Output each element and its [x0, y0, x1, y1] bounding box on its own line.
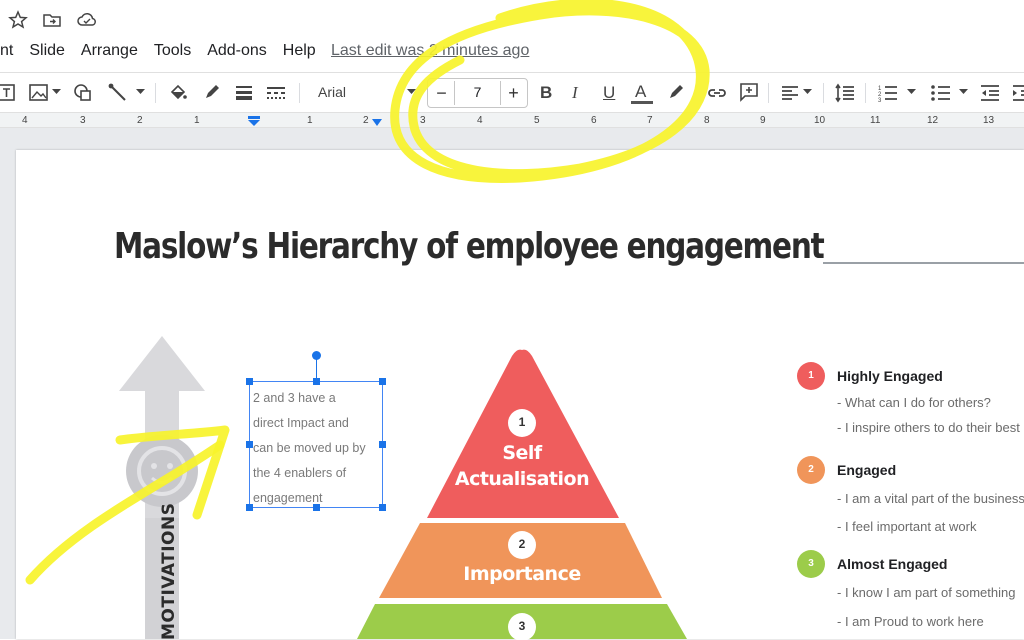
align-dropdown-chevron-icon[interactable]	[803, 89, 812, 95]
yellow-circle-annotation	[390, 0, 710, 183]
star-icon[interactable]	[8, 10, 28, 30]
legend-line: - I am a vital part of the business	[837, 491, 1024, 506]
pyramid-tier-1-number: 1	[518, 415, 526, 429]
numbered-list-icon[interactable]: 123	[877, 82, 899, 104]
yellow-arrow-annotation	[25, 425, 230, 585]
toolbar-divider	[768, 83, 769, 103]
ruler-number: 1	[194, 115, 200, 126]
numbered-list-chevron-icon[interactable]	[907, 89, 916, 95]
pyramid-tier-1-label-line: Actualisation	[454, 468, 590, 490]
ruler-number: 1	[307, 115, 313, 126]
resize-handle-top[interactable]	[313, 378, 320, 385]
pyramid-tier-2-label: Importance	[463, 563, 581, 585]
menu-help[interactable]: Help	[283, 42, 316, 60]
bulleted-list-icon[interactable]	[930, 82, 952, 104]
resize-handle-left[interactable]	[246, 441, 253, 448]
legend-line: - I feel important at work	[837, 519, 977, 534]
align-icon[interactable]	[780, 82, 800, 104]
resize-handle-bottom-left[interactable]	[246, 504, 253, 511]
move-to-folder-icon[interactable]	[42, 10, 62, 30]
font-family-select[interactable]: Arial	[318, 84, 346, 106]
title-underline	[823, 262, 1024, 264]
legend-line: - What can I do for others?	[837, 395, 991, 410]
cloud-status-icon[interactable]	[76, 10, 98, 30]
ruler-number: 3	[80, 115, 86, 126]
ruler-number: 2	[137, 115, 143, 126]
resize-handle-bottom[interactable]	[313, 504, 320, 511]
ruler-number: 9	[760, 115, 766, 126]
toolbar-divider	[299, 83, 300, 103]
legend-line: - I know I am part of something	[837, 585, 1016, 600]
legend-title: Almost Engaged	[837, 556, 948, 572]
resize-handle-top-left[interactable]	[246, 378, 253, 385]
menu-tools[interactable]: Tools	[154, 42, 191, 60]
pyramid-tier-1-label: Self Actualisation	[430, 440, 614, 492]
border-weight-icon[interactable]	[234, 82, 254, 104]
menu-add-ons[interactable]: Add-ons	[207, 42, 267, 60]
pyramid-tier-2-number: 2	[518, 537, 526, 551]
image-dropdown-chevron-icon[interactable]	[52, 89, 61, 95]
image-icon[interactable]	[28, 82, 50, 104]
left-indent-marker-icon[interactable]	[248, 116, 260, 127]
pyramid-graphic[interactable]	[357, 348, 687, 640]
legend-badge: 2	[797, 456, 825, 484]
legend-badge: 3	[797, 550, 825, 578]
menu-slide[interactable]: Slide	[29, 42, 65, 60]
add-comment-icon[interactable]	[738, 81, 760, 103]
decrease-indent-icon[interactable]	[979, 82, 1001, 104]
menu-arrange[interactable]: Arrange	[81, 42, 138, 60]
ruler-number: 13	[983, 115, 995, 126]
title-icon-row	[8, 10, 98, 30]
legend-line: - I inspire others to do their best	[837, 420, 1020, 435]
svg-text:3: 3	[878, 98, 882, 104]
border-color-icon[interactable]	[202, 82, 222, 104]
ruler-number: 10	[814, 115, 826, 126]
pyramid-tier-3-number: 3	[518, 619, 526, 633]
toolbar-divider	[865, 83, 866, 103]
ruler-number: 11	[870, 115, 881, 126]
slide-title[interactable]: Maslow’s Hierarchy of employee engagemen…	[114, 226, 825, 267]
line-dropdown-chevron-icon[interactable]	[136, 89, 145, 95]
bulleted-list-chevron-icon[interactable]	[959, 89, 968, 95]
ruler-number: 12	[927, 115, 939, 126]
menu-format[interactable]: nt	[0, 42, 13, 60]
increase-indent-icon[interactable]	[1011, 82, 1024, 104]
fill-color-icon[interactable]	[168, 82, 188, 104]
pyramid-tier-1-label-line: Self	[502, 442, 542, 464]
text-box-icon[interactable]	[0, 82, 17, 104]
line-spacing-icon[interactable]	[834, 82, 856, 104]
toolbar-divider	[823, 83, 824, 103]
ruler-number: 2	[363, 115, 369, 126]
legend-line: - I am Proud to work here	[837, 614, 984, 629]
menu-bar: nt Slide Arrange Tools Add-ons Help	[0, 42, 332, 60]
line-icon[interactable]	[107, 82, 129, 104]
legend-title: Engaged	[837, 462, 897, 478]
legend-title: Highly Engaged	[837, 368, 943, 384]
shape-icon[interactable]	[72, 82, 94, 104]
border-dash-icon[interactable]	[265, 82, 287, 104]
toolbar-divider	[155, 83, 156, 103]
legend-badge: 1	[797, 362, 825, 390]
rotation-handle[interactable]	[312, 351, 321, 360]
ruler-number: 4	[22, 115, 28, 126]
